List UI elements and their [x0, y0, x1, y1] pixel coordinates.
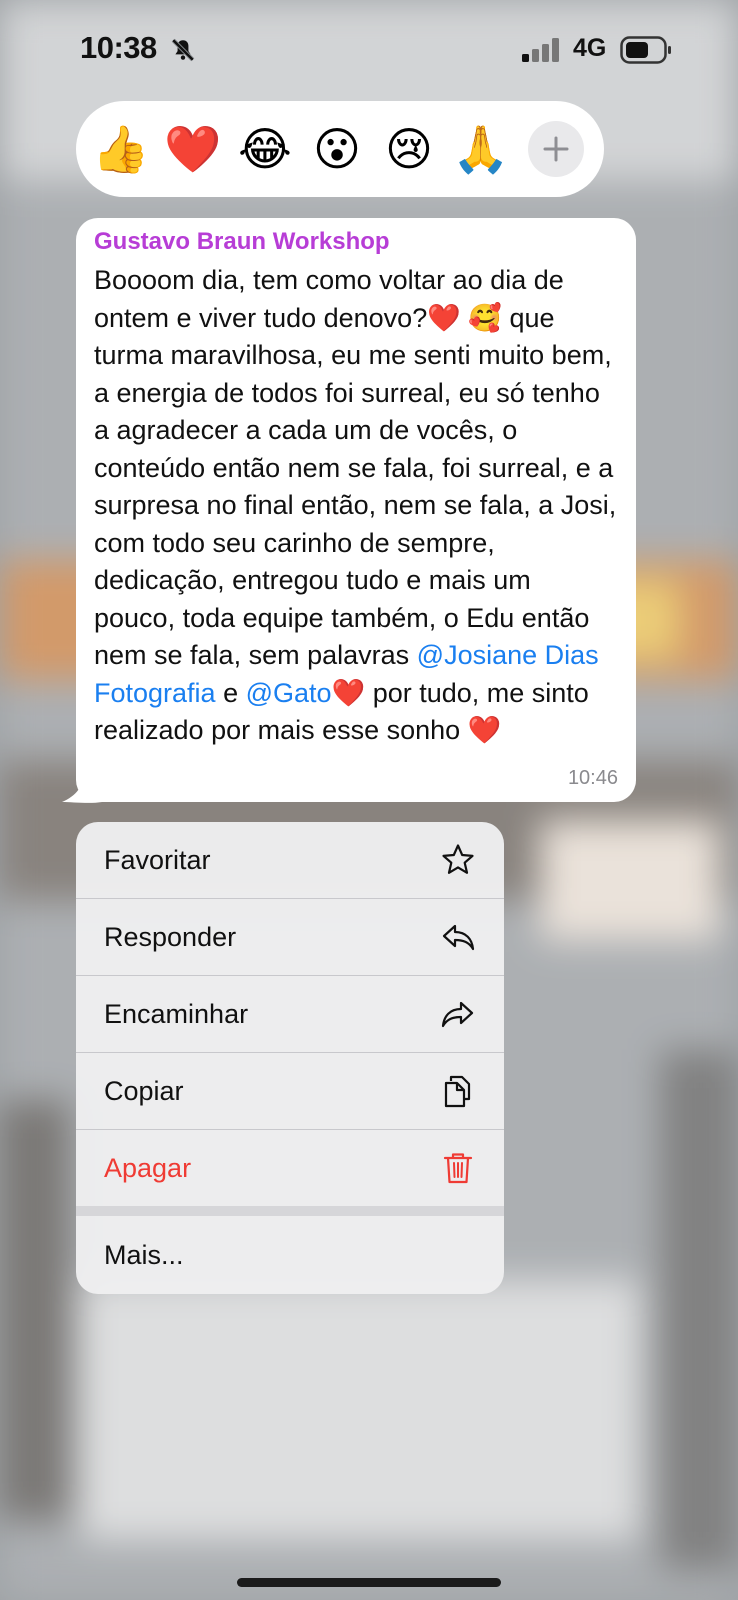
heart-emoji: ❤️ [467, 715, 502, 746]
menu-item-favoritar[interactable]: Favoritar [76, 822, 504, 898]
menu-item-label: Encaminhar [104, 998, 249, 1029]
menu-item-label: Responder [104, 921, 237, 952]
message-text: Boooom dia, tem como voltar ao dia de on… [94, 262, 618, 750]
signal-icon [522, 38, 559, 62]
more-reactions-button[interactable] [528, 121, 584, 177]
sender-name[interactable]: Gustavo Braun Workshop [94, 228, 618, 256]
trash-icon [443, 1153, 473, 1184]
star-icon [442, 844, 474, 874]
reply-icon [442, 924, 475, 951]
context-menu: Favoritar Responder Encaminhar Copiar Ap… [76, 822, 504, 1294]
menu-item-mais[interactable]: Mais... [76, 1216, 504, 1294]
plus-icon [543, 136, 569, 162]
message-text-part: e [215, 677, 246, 708]
message-text-part: que turma maravilhosa, eu me senti muito… [94, 302, 617, 671]
reaction-surprised[interactable]: 😮 [306, 118, 368, 180]
menu-item-apagar[interactable]: Apagar [76, 1130, 504, 1206]
home-indicator[interactable] [237, 1578, 501, 1587]
status-bar: 10:38 4G [0, 0, 738, 100]
message-bubble[interactable]: Gustavo Braun Workshop Boooom dia, tem c… [76, 218, 636, 802]
reaction-praying[interactable]: 🙏 [450, 118, 512, 180]
menu-item-label: Mais... [104, 1239, 184, 1270]
heart-emoji: ❤️ [427, 302, 461, 334]
smiling-hearts-emoji: 🥰 [468, 302, 502, 334]
reaction-heart[interactable]: ❤️ [162, 118, 224, 180]
copy-icon [444, 1075, 471, 1108]
menu-item-label: Favoritar [104, 844, 211, 875]
menu-item-encaminhar[interactable]: Encaminhar [76, 976, 504, 1052]
battery-icon [620, 36, 671, 64]
bell-slash-icon [171, 38, 195, 62]
menu-group-separator [76, 1206, 504, 1216]
message-time: 10:46 [567, 767, 618, 789]
reaction-thumbs-up[interactable]: 👍 [90, 118, 152, 180]
heart-emoji: ❤️ [331, 677, 366, 709]
forward-icon [441, 1001, 474, 1028]
menu-item-responder[interactable]: Responder [76, 899, 504, 975]
mention-link[interactable]: @Gato [246, 678, 332, 708]
reaction-laughing[interactable]: 😂 [234, 118, 296, 180]
network-type: 4G [573, 34, 607, 62]
menu-item-label: Apagar [104, 1152, 192, 1183]
status-time: 10:38 [80, 30, 157, 65]
reaction-bar: 👍 ❤️ 😂 😮 😢 🙏 [76, 101, 604, 197]
menu-item-copiar[interactable]: Copiar [76, 1053, 504, 1129]
reaction-crying[interactable]: 😢 [378, 118, 440, 180]
menu-item-label: Copiar [104, 1075, 184, 1106]
